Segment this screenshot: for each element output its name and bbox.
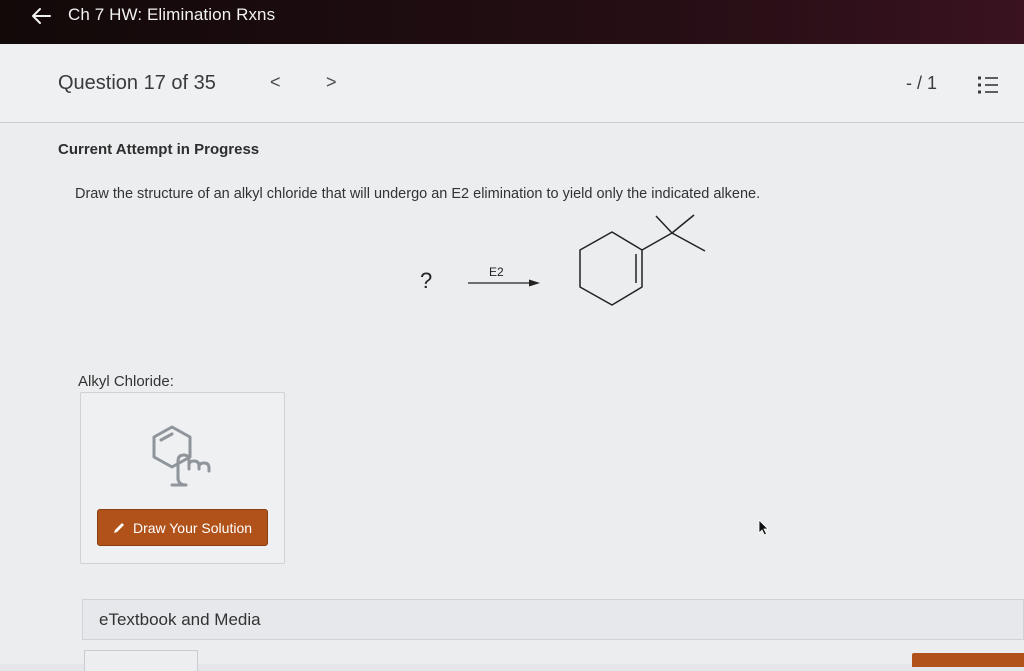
question-content: Current Attempt in Progress Draw the str… xyxy=(0,123,1024,671)
drawing-area[interactable]: Draw Your Solution xyxy=(80,392,285,564)
question-score: - / 1 xyxy=(906,73,938,93)
mouse-cursor-icon xyxy=(758,519,769,536)
list-icon[interactable] xyxy=(978,76,998,94)
submit-button-partial[interactable] xyxy=(912,653,1024,667)
pencil-icon xyxy=(113,522,124,533)
reaction-arrow-icon xyxy=(468,279,540,287)
etextbook-media-panel[interactable]: eTextbook and Media xyxy=(82,599,1024,640)
draw-button-label: Draw Your Solution xyxy=(132,519,253,536)
reactant-unknown: ? xyxy=(420,268,433,293)
attempt-status: Current Attempt in Progress xyxy=(58,141,260,158)
answer-label: Alkyl Chloride: xyxy=(78,373,174,390)
assignment-title: Ch 7 HW: Elimination Rxns xyxy=(68,5,276,24)
reaction-arrow-label: E2 xyxy=(489,265,504,279)
etextbook-label: eTextbook and Media xyxy=(99,610,261,629)
question-header: Question 17 of 35 < > - / 1 xyxy=(0,44,1024,123)
alkene-product-structure xyxy=(579,214,706,306)
question-counter: Question 17 of 35 xyxy=(58,72,216,94)
draw-your-solution-button[interactable]: Draw Your Solution xyxy=(97,509,268,546)
question-text: Draw the structure of an alkyl chloride … xyxy=(75,186,761,202)
bottom-tab-stub[interactable] xyxy=(84,650,198,671)
top-bar: Ch 7 HW: Elimination Rxns xyxy=(0,0,1024,44)
previous-question-button[interactable]: < xyxy=(270,72,281,93)
molecule-drawing-icon xyxy=(152,425,211,487)
next-question-button[interactable]: > xyxy=(326,72,337,93)
arrow-left-icon[interactable] xyxy=(30,7,52,25)
